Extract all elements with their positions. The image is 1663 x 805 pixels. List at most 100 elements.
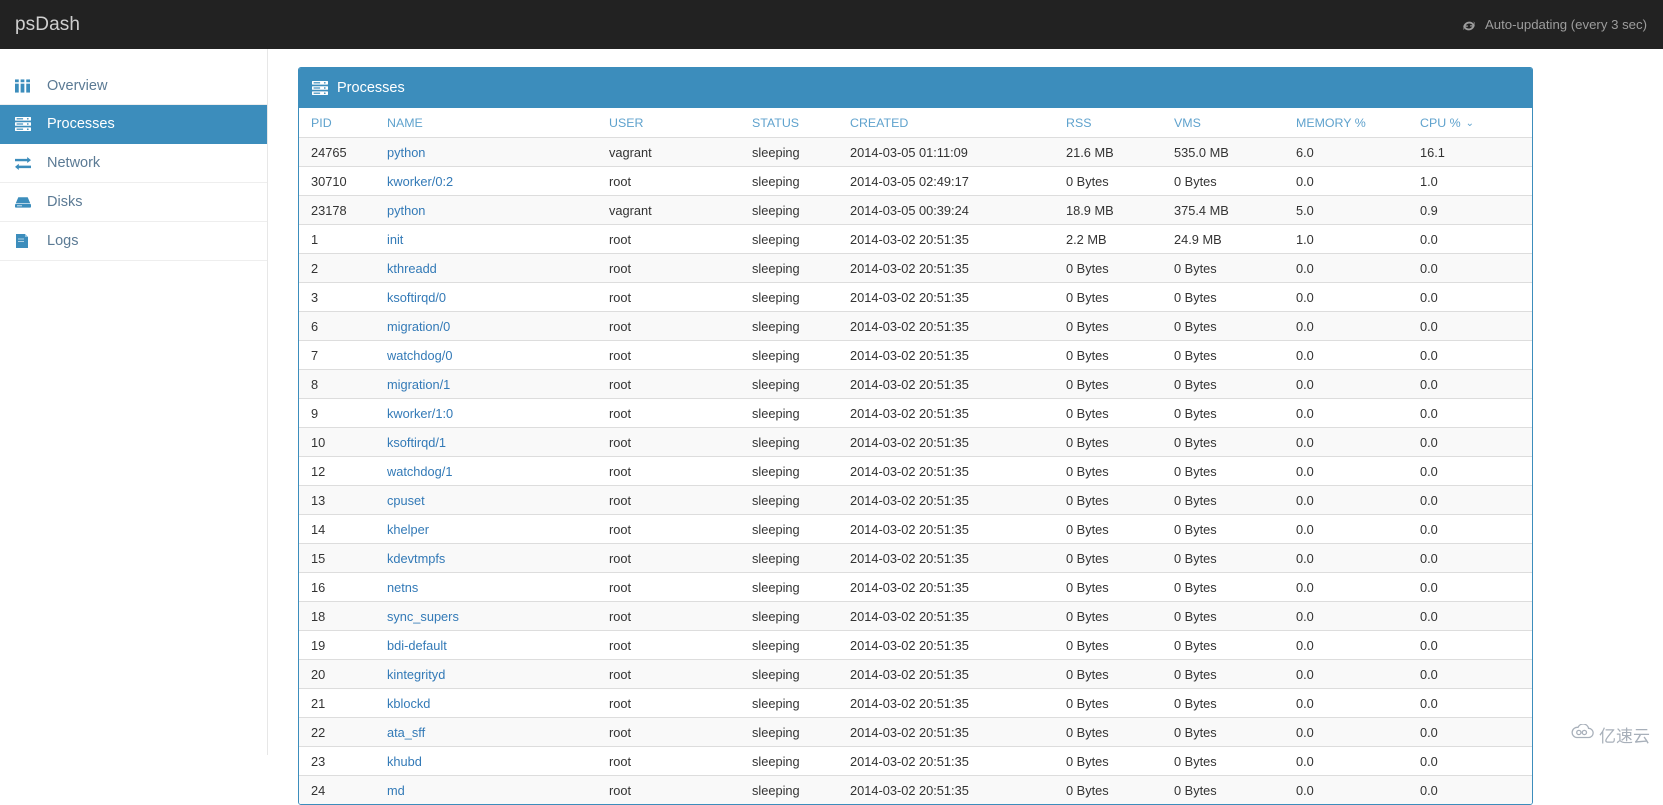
process-name-link[interactable]: migration/1 bbox=[387, 377, 450, 392]
process-name-link[interactable]: md bbox=[387, 783, 405, 798]
process-name-link[interactable]: migration/0 bbox=[387, 319, 450, 334]
sidebar-item-disks[interactable]: Disks bbox=[0, 183, 267, 222]
column-header-vms[interactable]: VMS bbox=[1174, 108, 1296, 138]
cell-cpu: 0.0 bbox=[1420, 689, 1533, 718]
column-header-rss[interactable]: RSS bbox=[1066, 108, 1174, 138]
process-name-link[interactable]: init bbox=[387, 232, 403, 247]
table-row[interactable]: 22ata_sffrootsleeping2014-03-02 20:51:35… bbox=[299, 718, 1533, 747]
process-name-link[interactable]: python bbox=[387, 203, 425, 218]
table-row[interactable]: 23khubdrootsleeping2014-03-02 20:51:350 … bbox=[299, 747, 1533, 776]
process-name-link[interactable]: kthreadd bbox=[387, 261, 437, 276]
cell-rss: 0 Bytes bbox=[1066, 341, 1174, 370]
cell-name: ksoftirqd/0 bbox=[387, 283, 609, 312]
column-header-label: NAME bbox=[387, 116, 423, 130]
table-row[interactable]: 8migration/1rootsleeping2014-03-02 20:51… bbox=[299, 370, 1533, 399]
cell-pid: 13 bbox=[299, 486, 387, 515]
cell-user: root bbox=[609, 718, 752, 747]
table-row[interactable]: 15kdevtmpfsrootsleeping2014-03-02 20:51:… bbox=[299, 544, 1533, 573]
process-name-link[interactable]: kworker/1:0 bbox=[387, 406, 453, 421]
process-name-link[interactable]: ksoftirqd/1 bbox=[387, 435, 446, 450]
process-name-link[interactable]: kworker/0:2 bbox=[387, 174, 453, 189]
process-name-link[interactable]: netns bbox=[387, 580, 418, 595]
cell-rss: 0 Bytes bbox=[1066, 486, 1174, 515]
table-row[interactable]: 9kworker/1:0rootsleeping2014-03-02 20:51… bbox=[299, 399, 1533, 428]
cell-pid: 21 bbox=[299, 689, 387, 718]
cell-vms: 0 Bytes bbox=[1174, 457, 1296, 486]
sidebar-item-overview[interactable]: Overview bbox=[0, 66, 267, 105]
column-header-pid[interactable]: PID bbox=[299, 108, 387, 138]
cell-cpu: 0.0 bbox=[1420, 225, 1533, 254]
column-header-label: STATUS bbox=[752, 116, 799, 130]
process-name-link[interactable]: kintegrityd bbox=[387, 667, 445, 682]
process-name-link[interactable]: sync_supers bbox=[387, 609, 459, 624]
column-header-label: RSS bbox=[1066, 116, 1091, 130]
cell-memory: 0.0 bbox=[1296, 660, 1420, 689]
cell-rss: 0 Bytes bbox=[1066, 254, 1174, 283]
table-row[interactable]: 24765pythonvagrantsleeping2014-03-05 01:… bbox=[299, 138, 1533, 167]
cell-cpu: 0.0 bbox=[1420, 573, 1533, 602]
process-name-link[interactable]: kdevtmpfs bbox=[387, 551, 445, 566]
table-row[interactable]: 24mdrootsleeping2014-03-02 20:51:350 Byt… bbox=[299, 776, 1533, 805]
cell-created: 2014-03-02 20:51:35 bbox=[850, 602, 1066, 631]
sidebar-item-network[interactable]: Network bbox=[0, 144, 267, 183]
sidebar-item-logs[interactable]: Logs bbox=[0, 222, 267, 261]
cell-status: sleeping bbox=[752, 718, 850, 747]
table-row[interactable]: 3ksoftirqd/0rootsleeping2014-03-02 20:51… bbox=[299, 283, 1533, 312]
column-header-cpu[interactable]: CPU %⌄ bbox=[1420, 108, 1533, 138]
table-row[interactable]: 16netnsrootsleeping2014-03-02 20:51:350 … bbox=[299, 573, 1533, 602]
app-brand-title[interactable]: psDash bbox=[0, 0, 80, 49]
cell-pid: 23 bbox=[299, 747, 387, 776]
table-row[interactable]: 12watchdog/1rootsleeping2014-03-02 20:51… bbox=[299, 457, 1533, 486]
process-name-link[interactable]: khelper bbox=[387, 522, 429, 537]
cell-memory: 0.0 bbox=[1296, 399, 1420, 428]
table-row[interactable]: 7watchdog/0rootsleeping2014-03-02 20:51:… bbox=[299, 341, 1533, 370]
process-name-link[interactable]: kblockd bbox=[387, 696, 430, 711]
cell-created: 2014-03-02 20:51:35 bbox=[850, 283, 1066, 312]
process-name-link[interactable]: ata_sff bbox=[387, 725, 425, 740]
cell-pid: 30710 bbox=[299, 167, 387, 196]
column-header-created[interactable]: CREATED bbox=[850, 108, 1066, 138]
cell-pid: 16 bbox=[299, 573, 387, 602]
cell-memory: 0.0 bbox=[1296, 747, 1420, 776]
cell-rss: 0 Bytes bbox=[1066, 718, 1174, 747]
table-row[interactable]: 2kthreaddrootsleeping2014-03-02 20:51:35… bbox=[299, 254, 1533, 283]
table-row[interactable]: 21kblockdrootsleeping2014-03-02 20:51:35… bbox=[299, 689, 1533, 718]
process-name-link[interactable]: watchdog/1 bbox=[387, 464, 452, 479]
table-row[interactable]: 30710kworker/0:2rootsleeping2014-03-05 0… bbox=[299, 167, 1533, 196]
sidebar-item-processes[interactable]: Processes bbox=[0, 105, 267, 144]
table-row[interactable]: 14khelperrootsleeping2014-03-02 20:51:35… bbox=[299, 515, 1533, 544]
column-header-name[interactable]: NAME bbox=[387, 108, 609, 138]
table-row[interactable]: 1initrootsleeping2014-03-02 20:51:352.2 … bbox=[299, 225, 1533, 254]
cell-rss: 0 Bytes bbox=[1066, 602, 1174, 631]
process-name-link[interactable]: bdi-default bbox=[387, 638, 447, 653]
cell-cpu: 0.0 bbox=[1420, 660, 1533, 689]
process-name-link[interactable]: ksoftirqd/0 bbox=[387, 290, 446, 305]
process-name-link[interactable]: cpuset bbox=[387, 493, 425, 508]
table-row[interactable]: 19bdi-defaultrootsleeping2014-03-02 20:5… bbox=[299, 631, 1533, 660]
cell-name: init bbox=[387, 225, 609, 254]
table-row[interactable]: 13cpusetrootsleeping2014-03-02 20:51:350… bbox=[299, 486, 1533, 515]
dashboard-grid-icon bbox=[15, 79, 37, 93]
cell-pid: 24 bbox=[299, 776, 387, 805]
cell-rss: 0 Bytes bbox=[1066, 660, 1174, 689]
table-row[interactable]: 6migration/0rootsleeping2014-03-02 20:51… bbox=[299, 312, 1533, 341]
sidebar-item-label: Processes bbox=[47, 116, 115, 132]
column-header-label: VMS bbox=[1174, 116, 1201, 130]
table-body: 24765pythonvagrantsleeping2014-03-05 01:… bbox=[299, 138, 1533, 805]
process-name-link[interactable]: python bbox=[387, 145, 425, 160]
table-row[interactable]: 23178pythonvagrantsleeping2014-03-05 00:… bbox=[299, 196, 1533, 225]
table-header: PID NAME USERSTATUS CREATEDRSS VMS MEMORY %CP… bbox=[299, 108, 1533, 138]
column-header-status[interactable]: STATUS bbox=[752, 108, 850, 138]
cell-rss: 0 Bytes bbox=[1066, 747, 1174, 776]
process-name-link[interactable]: khubd bbox=[387, 754, 422, 769]
server-list-icon bbox=[312, 81, 328, 95]
table-row[interactable]: 20kintegritydrootsleeping2014-03-02 20:5… bbox=[299, 660, 1533, 689]
process-name-link[interactable]: watchdog/0 bbox=[387, 348, 452, 363]
table-row[interactable]: 18sync_supersrootsleeping2014-03-02 20:5… bbox=[299, 602, 1533, 631]
column-header-user[interactable]: USER bbox=[609, 108, 752, 138]
column-header-memory[interactable]: MEMORY % bbox=[1296, 108, 1420, 138]
column-header-label: PID bbox=[311, 116, 332, 130]
cell-vms: 535.0 MB bbox=[1174, 138, 1296, 167]
table-row[interactable]: 10ksoftirqd/1rootsleeping2014-03-02 20:5… bbox=[299, 428, 1533, 457]
auto-update-status[interactable]: Auto-updating (every 3 sec) bbox=[1462, 17, 1663, 32]
